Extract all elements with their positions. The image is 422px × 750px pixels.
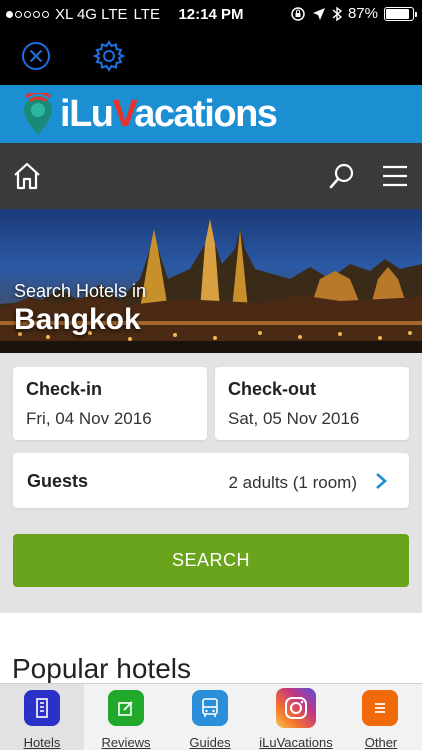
tab-hotels[interactable]: Hotels [0,684,84,750]
status-right: 87% [290,5,417,22]
top-toolbar [0,30,422,85]
instagram-icon [276,688,316,728]
checkout-value: Sat, 05 Nov 2016 [228,409,360,428]
popular-hotels-heading: Popular hotels [12,653,192,684]
bluetooth-icon [332,6,342,21]
tab-label: Reviews [101,735,151,750]
close-button[interactable] [18,38,54,74]
close-circle-icon [22,42,50,70]
home-icon [14,162,40,190]
orientation-lock-icon [291,6,305,21]
search-submit-button[interactable]: SEARCH [13,534,409,587]
booking-panel: Check-in Fri, 04 Nov 2016 Check-out Sat,… [0,353,422,613]
guests-value: 2 adults (1 room) [228,473,358,492]
tab-guides[interactable]: Guides [168,684,252,750]
checkout-card[interactable]: Check-out Sat, 05 Nov 2016 [215,367,409,440]
menu-button[interactable] [378,159,412,193]
tab-bar: Hotels Reviews Guides iLuVacations Other [0,683,422,750]
checkout-label: Check-out [228,379,317,399]
tab-iluvacations[interactable]: iLuVacations [252,684,340,750]
brand-name-part: i [60,93,71,135]
guests-selector[interactable]: Guests 2 adults (1 room) [13,453,409,508]
location-arrow-icon [312,7,325,20]
checkin-label: Check-in [26,379,103,399]
tab-label: iLuVacations [259,735,333,750]
tab-reviews[interactable]: Reviews [84,684,168,750]
home-button[interactable] [10,159,44,193]
battery-fill [386,8,409,19]
gear-icon [92,40,126,72]
settings-button[interactable] [91,38,127,74]
hero-banner: Search Hotels in Bangkok [0,209,422,353]
hero-subtitle: Search Hotels in [14,281,147,301]
menu-icon [383,165,407,187]
list-icon [362,690,398,726]
chevron-right-icon [376,473,387,489]
brand-name: iLuVacations [60,93,278,136]
brand-banner: iLuVacations [0,85,422,143]
brand-logo-icon [24,93,52,135]
brand-name-part: Lu [69,93,114,135]
nav-bar [0,143,422,209]
brand-name-part: acations [134,93,278,135]
battery-percent: 87% [347,5,378,22]
tab-label: Guides [189,735,231,750]
search-icon [329,163,354,189]
tab-label: Hotels [23,735,61,750]
hero-city: Bangkok [14,303,141,336]
checkin-card[interactable]: Check-in Fri, 04 Nov 2016 [13,367,207,440]
search-button[interactable] [325,159,359,193]
status-bar: XL 4G LTE LTE 12:14 PM 87% [0,0,422,30]
brand-name-accent: V [112,93,136,135]
tab-label: Other [364,735,398,750]
tab-other[interactable]: Other [340,684,422,750]
guests-label: Guests [27,471,89,491]
checkin-value: Fri, 04 Nov 2016 [26,409,152,428]
bus-icon [192,690,228,726]
hotel-icon [24,690,60,726]
review-edit-icon [108,690,144,726]
battery-icon [384,6,417,21]
